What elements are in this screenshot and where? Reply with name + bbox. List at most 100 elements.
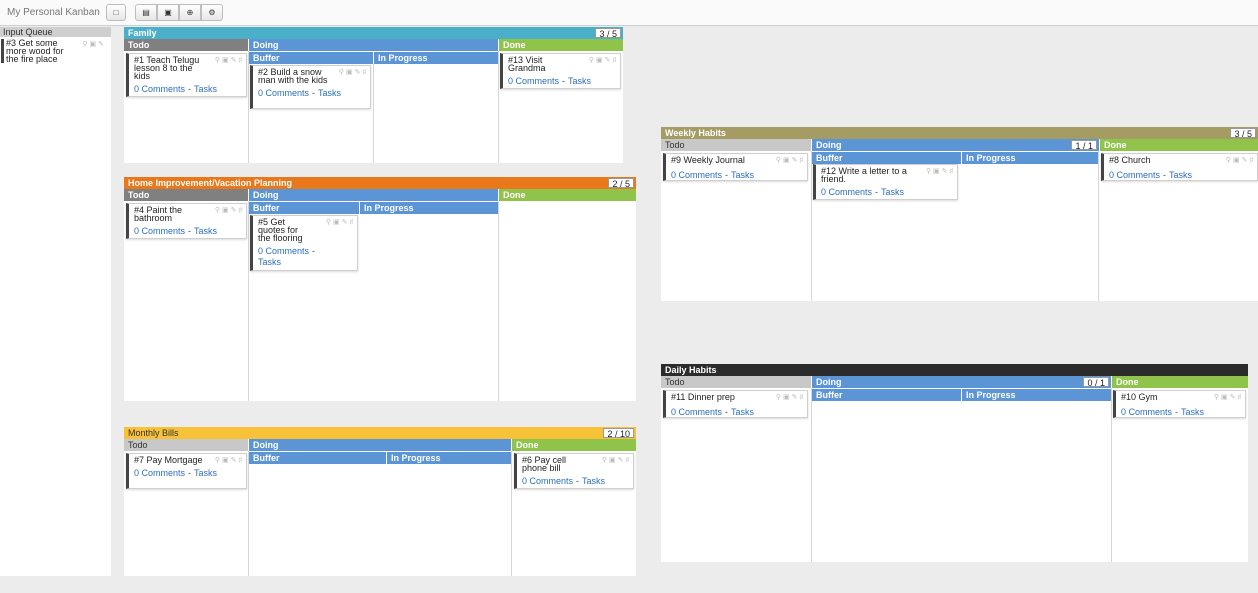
card-3[interactable]: #3 Get some more wood for the fire place… <box>1 39 108 64</box>
divider <box>248 451 249 576</box>
board-title: Home Improvement/Vacation Planning 2 / 5 <box>124 177 636 189</box>
column-doing: Doing 1 / 1 <box>812 139 1099 151</box>
tasks-link[interactable]: Tasks <box>194 226 217 236</box>
column-buffer: Buffer <box>812 389 961 401</box>
comments-link[interactable]: 0 Comments <box>508 76 559 86</box>
card-title: #8 Church <box>1109 155 1151 165</box>
card-action-icons[interactable]: ⚲▣✎♯ <box>1214 393 1243 401</box>
app-title: My Personal Kanban <box>7 7 100 18</box>
card-action-icons[interactable]: ⚲▣✎♯ <box>602 456 631 464</box>
tasks-link[interactable]: Tasks <box>582 476 605 486</box>
card-title: #10 Gym <box>1121 392 1158 402</box>
card-action-icons[interactable]: ⚲▣✎♯ <box>215 456 244 464</box>
card-title: #9 Weekly Journal <box>671 155 745 165</box>
divider <box>811 388 812 562</box>
comments-link[interactable]: 0 Comments <box>258 246 309 256</box>
comments-link[interactable]: 0 Comments <box>1109 170 1160 180</box>
tasks-link[interactable]: Tasks <box>1169 170 1192 180</box>
toggle-sidebar-button[interactable]: □ <box>106 4 126 21</box>
card-title: #6 Pay cell phone bill <box>522 455 567 473</box>
tasks-link[interactable]: Tasks <box>568 76 591 86</box>
comments-link[interactable]: 0 Comments <box>671 407 722 417</box>
board-title: Daily Habits <box>661 364 1248 376</box>
tasks-link[interactable]: Tasks <box>1181 407 1204 417</box>
input-queue: Input Queue #3 Get some more wood for th… <box>0 27 111 576</box>
card-title: #11 Dinner prep <box>671 392 735 402</box>
card-5[interactable]: #5 Get quotes for the flooring 0 Comment… <box>250 215 358 271</box>
card-links: 0 Comments - Tasks <box>134 84 218 94</box>
card-links: 0 Comments - Tasks <box>1121 407 1205 417</box>
tasks-link[interactable]: Tasks <box>731 407 754 417</box>
column-in-progress: In Progress <box>374 52 498 64</box>
wip-count: 2 / 5 <box>608 178 634 189</box>
card-action-icons[interactable]: ⚲▣✎ <box>82 40 106 48</box>
card-title: #2 Build a snow man with the kids <box>258 67 328 85</box>
tasks-link[interactable]: Tasks <box>258 257 281 267</box>
column-in-progress: In Progress <box>360 202 498 214</box>
tasks-link[interactable]: Tasks <box>731 170 754 180</box>
comments-link[interactable]: 0 Comments <box>134 468 185 478</box>
card-4[interactable]: #4 Paint the bathroom 0 Comments - Tasks ⚲… <box>126 203 247 239</box>
input-queue-title: Input Queue <box>0 27 111 37</box>
board-view-button[interactable]: ▤ <box>135 4 157 21</box>
card-links: 0 Comments - Tasks <box>508 76 592 86</box>
card-action-icons[interactable]: ⚲▣✎♯ <box>926 167 955 175</box>
card-9[interactable]: #9 Weekly Journal 0 Comments - Tasks ⚲▣✎♯ <box>663 153 808 181</box>
card-links: 0 Comments - Tasks <box>671 407 755 417</box>
card-action-icons[interactable]: ⚲▣✎♯ <box>326 218 355 226</box>
gear-icon: ⚙ <box>208 7 216 17</box>
comments-link[interactable]: 0 Comments <box>671 170 722 180</box>
top-bar: My Personal Kanban □ ▤ ▣ ⊕ ⚙ <box>0 0 1258 26</box>
wip-count: 3 / 5 <box>1230 128 1256 139</box>
divider <box>373 64 374 163</box>
board-family: Family 3 / 5 Todo Doing Buffer In Progre… <box>124 27 623 163</box>
card-action-icons[interactable]: ⚲▣✎♯ <box>339 68 368 76</box>
settings-button[interactable]: ⚙ <box>201 4 223 21</box>
card-action-icons[interactable]: ⚲▣✎♯ <box>215 206 244 214</box>
comments-link[interactable]: 0 Comments <box>258 88 309 98</box>
tasks-link[interactable]: Tasks <box>318 88 341 98</box>
comments-link[interactable]: 0 Comments <box>134 226 185 236</box>
card-links: 0 Comments - Tasks <box>522 476 606 486</box>
card-11[interactable]: #11 Dinner prep 0 Comments - Tasks ⚲▣✎♯ <box>663 390 808 418</box>
card-2[interactable]: #2 Build a snow man with the kids 0 Comm… <box>250 65 371 109</box>
archive-button[interactable]: ▣ <box>157 4 179 21</box>
card-title: #5 Get quotes for the flooring <box>258 217 303 243</box>
tasks-link[interactable]: Tasks <box>194 468 217 478</box>
tasks-link[interactable]: Tasks <box>881 187 904 197</box>
tasks-link[interactable]: Tasks <box>194 84 217 94</box>
comments-link[interactable]: 0 Comments <box>821 187 872 197</box>
board-weekly-habits: Weekly Habits 3 / 5 Todo Doing 1 / 1 Buf… <box>661 127 1258 301</box>
card-links: 0 Comments - Tasks <box>258 246 316 267</box>
column-done: Done <box>1112 376 1248 388</box>
card-action-icons[interactable]: ⚲▣✎♯ <box>589 56 618 64</box>
card-action-icons[interactable]: ⚲▣✎♯ <box>776 156 805 164</box>
column-buffer: Buffer <box>812 152 961 164</box>
board-daily-habits: Daily Habits Todo Doing 0 / 1 Buffer In … <box>661 364 1248 562</box>
divider <box>1098 151 1099 301</box>
card-action-icons[interactable]: ⚲▣✎♯ <box>215 56 244 64</box>
column-done: Done <box>499 189 636 201</box>
column-todo: Todo <box>124 39 248 51</box>
card-7[interactable]: #7 Pay Mortgage 0 Comments - Tasks ⚲▣✎♯ <box>126 453 247 489</box>
card-action-icons[interactable]: ⚲▣✎♯ <box>1226 156 1255 164</box>
card-action-icons[interactable]: ⚲▣✎♯ <box>776 393 805 401</box>
divider <box>511 451 512 576</box>
card-12[interactable]: #12 Write a letter to a friend. 0 Commen… <box>813 164 958 200</box>
column-doing: Doing <box>249 39 498 51</box>
column-doing: Doing 0 / 1 <box>812 376 1111 388</box>
board-home-improvement: Home Improvement/Vacation Planning 2 / 5… <box>124 177 636 401</box>
comments-link[interactable]: 0 Comments <box>134 84 185 94</box>
card-1[interactable]: #1 Teach Telugu lesson 8 to the kids 0 C… <box>126 53 247 97</box>
card-13[interactable]: #13 Visit Grandma 0 Comments - Tasks ⚲▣✎♯ <box>500 53 621 89</box>
card-10[interactable]: #10 Gym 0 Comments - Tasks ⚲▣✎♯ <box>1113 390 1246 418</box>
card-6[interactable]: #6 Pay cell phone bill 0 Comments - Tasks … <box>514 453 634 489</box>
comments-link[interactable]: 0 Comments <box>522 476 573 486</box>
wip-count: 3 / 5 <box>595 28 621 39</box>
divider <box>498 201 499 401</box>
card-title: #7 Pay Mortgage <box>134 455 203 465</box>
board-monthly-bills: Monthly Bills 2 / 10 Todo Doing Buffer I… <box>124 427 636 576</box>
card-8[interactable]: #8 Church 0 Comments - Tasks ⚲▣✎♯ <box>1101 153 1258 181</box>
add-button[interactable]: ⊕ <box>179 4 201 21</box>
comments-link[interactable]: 0 Comments <box>1121 407 1172 417</box>
